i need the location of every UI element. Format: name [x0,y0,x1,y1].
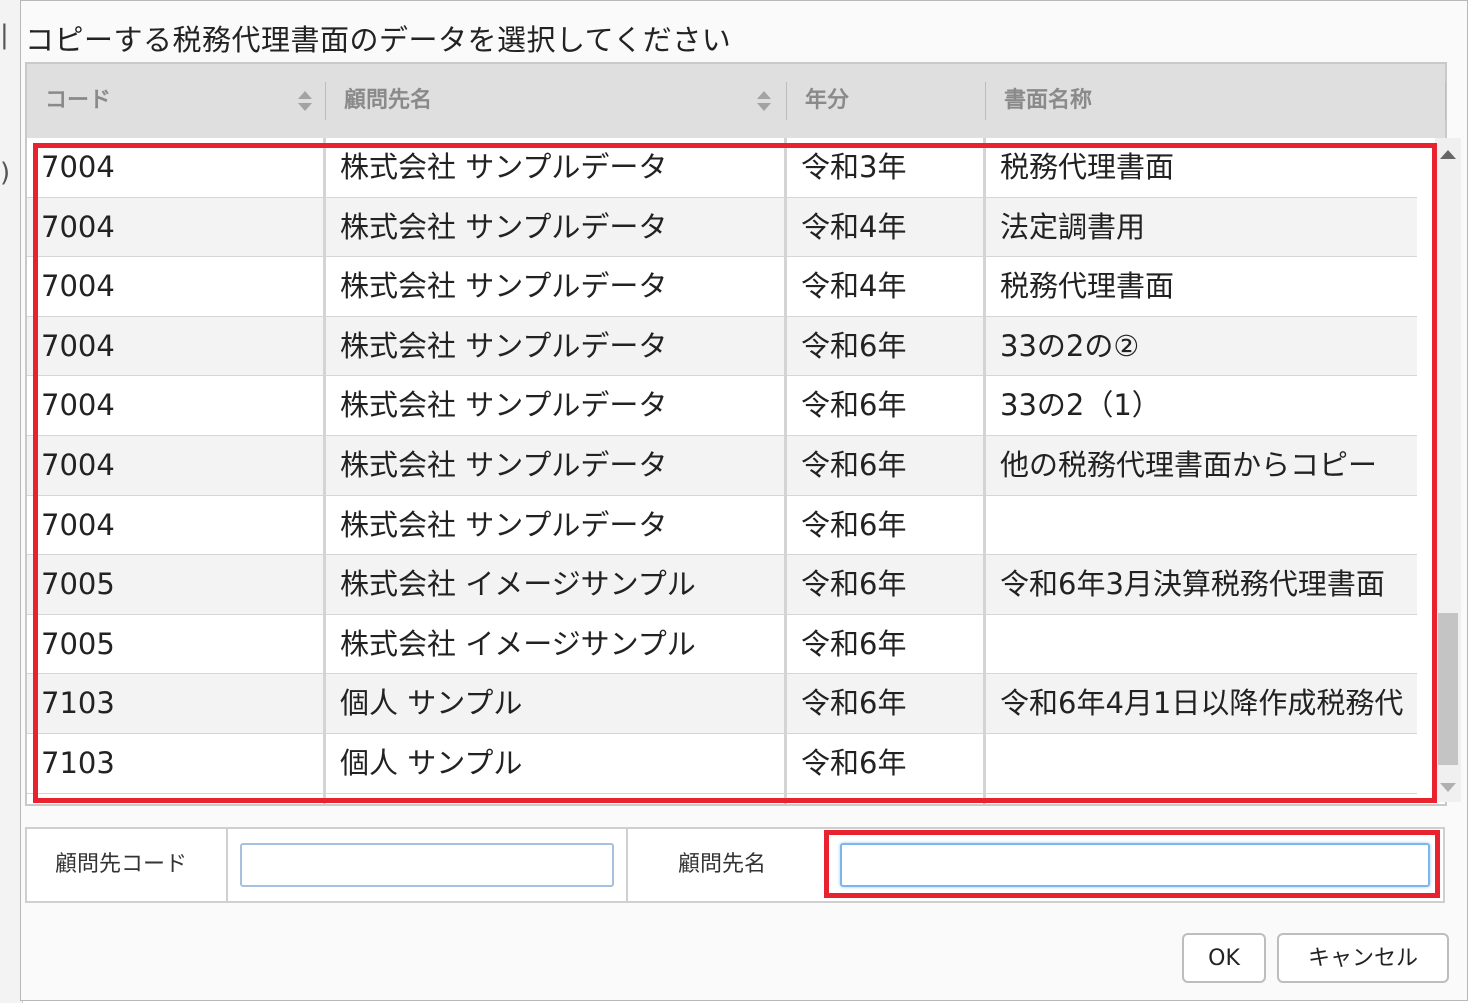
cell-year: 令和6年 [801,448,907,482]
cell-client: 株式会社 イメージサンプル [340,626,696,661]
client-code-input[interactable] [240,843,614,887]
cell-code: 7004 [41,328,115,363]
cell-year: 令和6年 [801,328,907,363]
table-row[interactable]: 7004 株式会社 サンプルデータ 令和4年 法定調書用 [27,197,1417,258]
table-row[interactable]: 7005 株式会社 イメージサンプル 令和6年 令和6年3月決算税務代理書面 [27,555,1417,615]
copy-document-dialog: コピーする税務代理書面のデータを選択してください コード 顧問先名 年分 書面名… [20,0,1468,1001]
cell-client: 株式会社 サンプルデータ [340,269,668,304]
column-divider [983,138,986,804]
cell-year: 令和6年 [801,626,907,661]
cell-document [986,734,1422,793]
cell-year: 令和6年 [801,507,907,542]
cell-code: 7004 [41,209,115,244]
scroll-up-arrow-icon[interactable] [1440,150,1456,159]
table-row[interactable]: 7103 個人 サンプル 令和6年 [27,734,1417,794]
column-header-code[interactable]: コード [27,64,325,138]
column-header-label: コード [45,88,112,113]
column-header-label: 年分 [805,88,850,113]
cell-document: 令和6年4月1日以降作成税務代 [1000,686,1404,721]
scroll-thumb[interactable] [1438,613,1458,765]
cell-code: 7004 [41,388,115,423]
cell-document: 他の税務代理書面からコピー [1000,448,1378,482]
cell-code: 7005 [41,626,115,661]
cell-client: 個人 サンプル [340,686,523,721]
client-name-label: 顧問先名 [678,852,767,877]
column-header-year[interactable]: 年分 [787,64,985,138]
cell-code: 7005 [41,567,115,602]
cell-code: 7103 [41,746,115,780]
grid-scrollbar[interactable] [1435,138,1461,802]
client-code-label: 顧問先コード [55,852,188,877]
search-bar: 顧問先コード 顧問先名 [25,827,1445,903]
column-divider [784,138,787,804]
cell-document [986,615,1422,674]
background-fragment: | [0,20,9,50]
cell-document: 33の2（1） [1000,388,1161,423]
cell-year: 令和3年 [801,150,907,184]
search-divider [626,829,628,901]
table-row[interactable]: 7004 株式会社 サンプルデータ 令和3年 税務代理書面 [27,138,1417,198]
column-divider [1445,82,1446,120]
column-divider [323,138,326,804]
cell-year: 令和6年 [801,567,907,602]
cell-client: 株式会社 サンプルデータ [340,507,668,542]
sort-icon[interactable] [297,91,313,115]
cell-client: 個人 サンプル [340,746,523,780]
cell-code: 7004 [41,150,115,184]
ok-button[interactable]: OK [1182,933,1266,983]
cell-code: 7103 [41,686,115,721]
cell-client: 株式会社 イメージサンプル [340,567,696,602]
cell-document: 33の2の② [1000,328,1140,363]
cell-client: 株式会社 サンプルデータ [340,388,668,423]
client-name-input[interactable] [840,843,1430,887]
table-row[interactable]: 7004 株式会社 サンプルデータ 令和6年 33の2（1） [27,376,1417,436]
table-row[interactable]: 7103 個人 サンプル 令和6年 令和6年4月1日以降作成税務代 [27,674,1417,734]
background-fragment: ) [0,158,11,188]
cell-client: 株式会社 サンプルデータ [340,448,668,482]
cell-client: 株式会社 サンプルデータ [340,150,668,184]
cell-document: 税務代理書面 [1000,150,1175,184]
grid-header: コード 顧問先名 年分 書面名称 [25,62,1447,138]
cell-document: 税務代理書面 [1000,269,1175,304]
search-divider [226,829,228,901]
cell-code: 7004 [41,448,115,482]
cell-client: 株式会社 サンプルデータ [340,209,668,244]
dialog-title: コピーする税務代理書面のデータを選択してください [25,23,732,57]
cell-document [986,496,1422,555]
table-row[interactable]: 7005 株式会社 イメージサンプル 令和6年 [27,615,1417,675]
cell-client: 株式会社 サンプルデータ [340,328,668,363]
cancel-button[interactable]: キャンセル [1277,933,1449,983]
column-header-label: 顧問先名 [344,88,433,113]
cell-year: 令和6年 [801,746,907,780]
scroll-down-arrow-icon[interactable] [1440,783,1456,792]
table-row[interactable]: 7004 株式会社 サンプルデータ 令和4年 税務代理書面 [27,257,1417,317]
cell-code: 7004 [41,507,115,542]
column-header-client[interactable]: 顧問先名 [326,64,786,138]
table-row[interactable]: 7004 株式会社 サンプルデータ 令和6年 他の税務代理書面からコピー [27,436,1417,496]
table-row[interactable]: 7004 株式会社 サンプルデータ 令和6年 33の2の② [27,316,1417,377]
column-header-document[interactable]: 書面名称 [986,64,1444,138]
cell-year: 令和6年 [801,686,907,721]
cell-year: 令和6年 [801,388,907,423]
cell-year: 令和4年 [801,269,907,304]
column-header-label: 書面名称 [1004,88,1093,113]
sort-icon[interactable] [756,91,772,115]
cell-year: 令和4年 [801,209,907,244]
cell-document: 法定調書用 [1000,209,1146,244]
cell-document: 令和6年3月決算税務代理書面 [1000,567,1385,602]
cell-code: 7004 [41,269,115,304]
table-row[interactable]: 7004 株式会社 サンプルデータ 令和6年 [27,496,1417,556]
grid-body: 7004 株式会社 サンプルデータ 令和3年 税務代理書面 7004 株式会社 サンプルデ… [25,138,1447,806]
